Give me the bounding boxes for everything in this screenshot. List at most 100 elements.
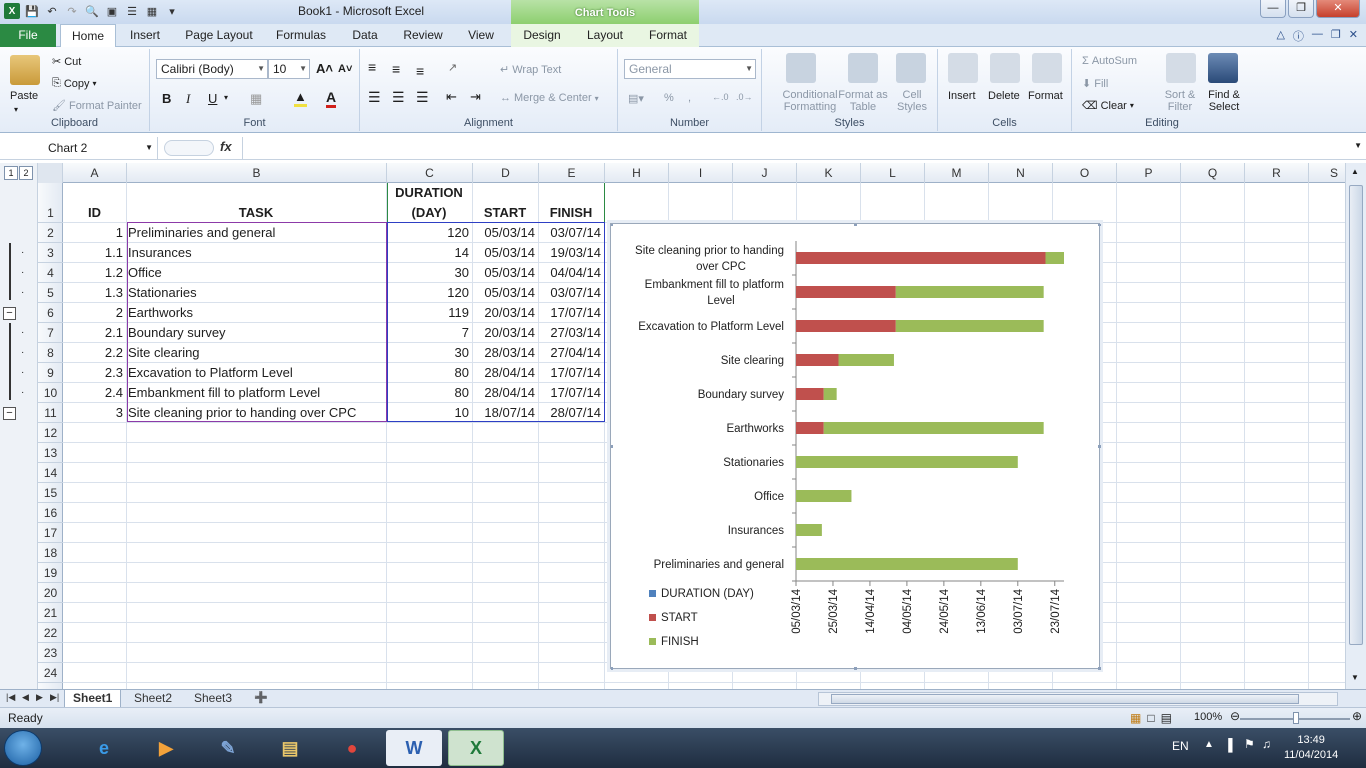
cell-id[interactable]: 1.2 — [63, 263, 126, 283]
orientation-icon[interactable]: ↗ — [448, 61, 457, 74]
paste-button[interactable]: Paste — [10, 90, 38, 102]
undo-icon[interactable]: ↶ — [44, 3, 60, 19]
row-header[interactable]: 21 — [38, 603, 63, 623]
row-header[interactable]: 16 — [38, 503, 63, 523]
zoom-level[interactable]: 100% — [1194, 711, 1222, 723]
tab-insert[interactable]: Insert — [122, 24, 168, 47]
explorer-folder-icon[interactable]: ▤ — [262, 730, 318, 766]
paste-icon[interactable] — [10, 55, 40, 85]
scroll-down-icon[interactable]: ▼ — [1351, 673, 1359, 682]
number-format-combo[interactable]: General ▼ — [624, 59, 756, 79]
cell-id[interactable]: 1.3 — [63, 283, 126, 303]
insert-sheet-icon[interactable]: ➕ — [246, 690, 276, 708]
print-preview-icon[interactable]: 🔍 — [84, 3, 100, 19]
cell-id[interactable]: 1.1 — [63, 243, 126, 263]
outline-level-1-button[interactable]: 1 — [4, 166, 18, 180]
comma-icon[interactable]: , — [688, 92, 691, 104]
align-top-icon[interactable]: ≡ — [368, 59, 376, 75]
zoom-in-icon[interactable]: ⊕ — [1352, 709, 1362, 723]
column-header[interactable]: L — [861, 163, 925, 183]
percent-icon[interactable]: % — [664, 92, 674, 104]
media-player-icon[interactable]: ▶ — [138, 730, 194, 766]
column-header[interactable]: J — [733, 163, 797, 183]
row-header[interactable]: 4 — [38, 263, 63, 283]
column-header[interactable]: O — [1053, 163, 1117, 183]
network-icon[interactable]: ▐ — [1224, 738, 1233, 752]
vertical-scroll-thumb[interactable] — [1349, 185, 1363, 645]
expand-formula-bar-icon[interactable]: ▼ — [1354, 141, 1362, 150]
horizontal-scrollbar[interactable] — [818, 692, 1338, 706]
form-icon[interactable]: ☰ — [124, 3, 140, 19]
scroll-up-icon[interactable]: ▲ — [1351, 167, 1359, 176]
column-header[interactable]: P — [1117, 163, 1181, 183]
minimize-button[interactable]: — — [1260, 0, 1286, 18]
align-right-icon[interactable]: ☰ — [416, 89, 429, 106]
row-header[interactable]: 19 — [38, 563, 63, 583]
flag-icon[interactable]: ⚑ — [1244, 737, 1255, 751]
gantt-chart[interactable]: Preliminaries and general Insurances Offic… — [610, 223, 1101, 670]
name-box[interactable]: Chart 2 ▼ — [0, 137, 158, 159]
normal-view-icon[interactable]: ▦ — [1130, 711, 1141, 725]
column-header[interactable]: A — [63, 163, 127, 183]
volume-icon[interactable]: ♫ — [1262, 737, 1271, 751]
fill-button[interactable]: ⬇ Fill — [1082, 77, 1108, 91]
row-header[interactable]: 14 — [38, 463, 63, 483]
camera-icon[interactable]: ▣ — [104, 3, 120, 19]
internet-explorer-icon[interactable]: e — [76, 730, 132, 766]
tab-formulas[interactable]: Formulas — [270, 24, 332, 47]
cell-id[interactable]: 2.1 — [63, 323, 126, 343]
row-header[interactable]: 18 — [38, 543, 63, 563]
copy-button[interactable]: ⎘ Copy ▾ — [52, 77, 97, 90]
outline-level-2-button[interactable]: 2 — [19, 166, 33, 180]
first-sheet-icon[interactable]: |◀ — [6, 692, 15, 703]
page-layout-view-icon[interactable]: □ — [1147, 711, 1154, 725]
row-header[interactable]: 6 — [38, 303, 63, 323]
align-middle-icon[interactable]: ≡ — [392, 61, 400, 77]
font-name-combo[interactable]: Calibri (Body) ▼ — [156, 59, 268, 79]
redo-icon[interactable]: ↷ — [64, 3, 80, 19]
grow-font-icon[interactable]: A˄ — [316, 61, 333, 76]
row-header[interactable]: 22 — [38, 623, 63, 643]
shrink-font-icon[interactable]: A˅ — [338, 63, 352, 75]
bold-icon[interactable]: B — [162, 91, 171, 106]
minimize-ribbon-icon[interactable]: △ — [1276, 28, 1284, 44]
row-header[interactable]: 12 — [38, 423, 63, 443]
help-icon[interactable]: ⓘ — [1293, 28, 1304, 44]
row-header[interactable]: 11 — [38, 403, 63, 423]
header-task[interactable]: TASK — [126, 203, 386, 223]
paste-dropdown-icon[interactable]: ▾ — [14, 105, 18, 114]
cell-id[interactable]: 2.3 — [63, 363, 126, 383]
find-select-button[interactable]: Find & Select — [1204, 89, 1244, 113]
column-header[interactable]: I — [669, 163, 733, 183]
row-header[interactable]: 10 — [38, 383, 63, 403]
chart-wizard-icon[interactable]: ▦ — [144, 3, 160, 19]
cell-id[interactable]: 2 — [63, 303, 126, 323]
decrease-indent-icon[interactable]: ⇤ — [446, 89, 457, 105]
row-header[interactable]: 15 — [38, 483, 63, 503]
column-header[interactable]: M — [925, 163, 989, 183]
row-header[interactable]: 8 — [38, 343, 63, 363]
format-cells-button[interactable]: Format — [1028, 90, 1063, 102]
tab-format[interactable]: Format — [642, 24, 694, 47]
format-as-table-button[interactable]: Format as Table — [838, 89, 888, 113]
align-left-icon[interactable]: ☰ — [368, 89, 381, 106]
insert-cells-button[interactable]: Insert — [948, 90, 976, 102]
tab-review[interactable]: Review — [398, 24, 448, 47]
cell-id[interactable]: 2.4 — [63, 383, 126, 403]
column-header[interactable]: K — [797, 163, 861, 183]
row-header[interactable]: 2 — [38, 223, 63, 243]
collapse-group-button[interactable]: − — [3, 407, 16, 420]
delete-cells-button[interactable]: Delete — [988, 90, 1020, 102]
sheet-tab-sheet3[interactable]: Sheet3 — [186, 690, 240, 708]
italic-icon[interactable]: I — [186, 91, 190, 107]
tab-layout[interactable]: Layout — [580, 24, 630, 47]
chrome-icon[interactable]: ● — [324, 730, 380, 766]
zoom-out-icon[interactable]: ⊖ — [1230, 709, 1240, 723]
column-header[interactable]: H — [605, 163, 669, 183]
row-header[interactable]: 24 — [38, 663, 63, 683]
row-header[interactable]: 5 — [38, 283, 63, 303]
format-painter-button[interactable]: 🖌 Format Painter — [52, 99, 142, 113]
collapse-group-button[interactable]: − — [3, 307, 16, 320]
column-header[interactable]: B — [127, 163, 387, 183]
clear-button[interactable]: ⌫ Clear ▾ — [1082, 99, 1134, 113]
